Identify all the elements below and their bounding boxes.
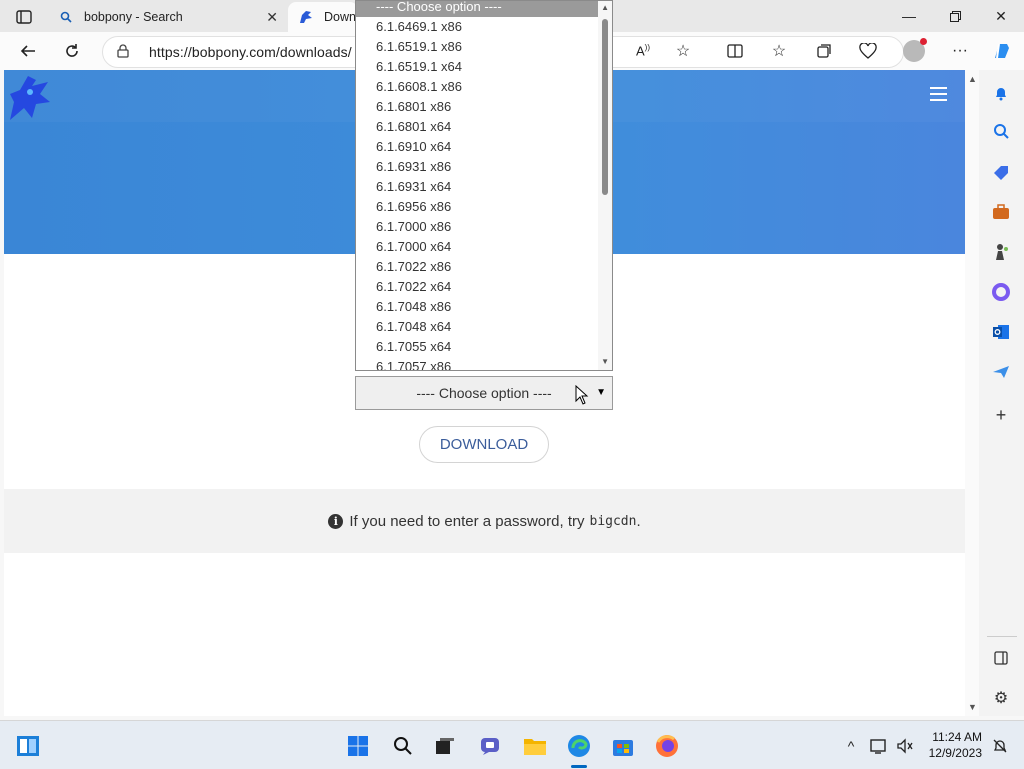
edge-browser-icon[interactable] [566,733,592,759]
search-icon[interactable] [990,120,1012,142]
bobpony-logo-icon[interactable] [6,72,54,125]
favorite-star-icon[interactable]: ☆ [669,37,697,65]
dropdown-option[interactable]: 6.1.7048 x64 [356,317,612,337]
microsoft-store-icon[interactable] [610,733,636,759]
dropdown-option[interactable]: 6.1.6519.1 x64 [356,57,612,77]
scroll-up-arrow-icon[interactable]: ▲ [968,74,977,84]
profile-avatar[interactable] [900,37,928,65]
notifications-bell-icon[interactable] [990,82,1012,104]
games-chess-icon[interactable] [990,241,1012,263]
tab-actions-icon[interactable] [10,6,38,28]
scroll-down-arrow-icon[interactable]: ▼ [968,702,977,712]
chevron-down-icon: ▼ [596,387,606,398]
favorites-icon[interactable]: ☆ [765,37,793,65]
tab-title: Downl [324,10,359,24]
clock-time: 11:24 AM [932,730,982,744]
dropdown-option[interactable]: 6.1.7055 x64 [356,337,612,357]
scroll-down-arrow-icon[interactable]: ▼ [601,357,609,366]
restore-button[interactable] [932,0,978,32]
password-notice: i If you need to enter a password, try b… [4,489,965,553]
more-options-icon[interactable]: ··· [946,37,974,65]
dropdown-option[interactable]: 6.1.6801 x64 [356,117,612,137]
scroll-up-arrow-icon[interactable]: ▲ [601,3,609,12]
dropdown-option[interactable]: 6.1.6608.1 x86 [356,77,612,97]
outlook-icon[interactable] [990,321,1012,343]
dropdown-option[interactable]: 6.1.6931 x86 [356,157,612,177]
close-window-button[interactable]: ✕ [978,0,1024,32]
bobpony-logo-icon [298,9,314,25]
widgets-icon[interactable] [15,733,41,759]
download-button[interactable]: DOWNLOAD [419,426,549,463]
back-arrow-icon[interactable] [14,37,42,65]
search-icon[interactable] [390,733,416,759]
send-drop-icon[interactable] [990,361,1012,383]
microsoft365-icon[interactable] [990,281,1012,303]
firefox-icon[interactable] [654,733,680,759]
file-explorer-icon[interactable] [522,733,548,759]
lock-icon[interactable] [117,44,129,61]
dropdown-option[interactable]: 6.1.6801 x86 [356,97,612,117]
add-sidebar-icon[interactable]: + [990,404,1012,426]
start-windows-icon[interactable] [345,733,371,759]
windows-taskbar: ^ 11:24 AM 12/9/2023 [0,720,1024,769]
version-select-value: ---- Choose option ---- [416,385,552,401]
dropdown-option[interactable]: 6.1.7048 x86 [356,297,612,317]
hide-sidebar-icon[interactable] [990,647,1012,669]
refresh-icon[interactable] [58,37,86,65]
copilot-icon[interactable] [988,37,1016,65]
info-icon: i [328,513,344,529]
system-clock[interactable]: 11:24 AM 12/9/2023 [922,729,982,761]
tools-briefcase-icon[interactable] [990,201,1012,223]
notice-code: bigcdn [589,513,637,529]
tab-title: bobpony - Search [84,10,183,24]
teams-chat-icon[interactable] [477,733,503,759]
show-hidden-icons-chevron-icon[interactable]: ^ [838,733,864,759]
shopping-tag-icon[interactable] [990,161,1012,183]
edge-sidebar: + ⚙ [979,70,1024,716]
read-aloud-icon[interactable]: A)) [629,37,657,65]
dropdown-option[interactable]: 6.1.6956 x86 [356,197,612,217]
tab-search[interactable]: bobpony - Search ✕ [48,2,286,32]
dropdown-option-placeholder[interactable]: ---- Choose option ---- [356,1,612,17]
notification-center-icon[interactable] [987,733,1013,759]
page-scrollbar[interactable]: ▲ ▼ [965,70,979,716]
dropdown-option[interactable]: 6.1.6910 x64 [356,137,612,157]
collections-icon[interactable] [810,37,838,65]
mouse-cursor-icon [575,384,589,408]
notice-end: . [636,512,641,530]
dropdown-option[interactable]: 6.1.7022 x64 [356,277,612,297]
close-tab-icon[interactable]: ✕ [266,9,278,26]
search-icon [58,9,74,25]
dropdown-option[interactable]: 6.1.6931 x64 [356,177,612,197]
hamburger-menu-icon[interactable] [930,87,947,101]
clock-date: 12/9/2023 [928,746,982,760]
performance-icon[interactable] [854,37,882,65]
dropdown-option[interactable]: 6.1.6469.1 x86 [356,17,612,37]
url-text: https://bobpony.com/downloads/ [149,44,352,60]
tab-downloads[interactable]: Downl [288,2,359,32]
task-view-icon[interactable] [432,733,458,759]
sidebar-divider [987,636,1017,637]
dropdown-option[interactable]: 6.1.7000 x64 [356,237,612,257]
version-dropdown-list[interactable]: ---- Choose option ---- 6.1.6469.1 x86 6.1… [355,0,613,371]
minimize-button[interactable]: — [886,0,932,32]
dropdown-option[interactable]: 6.1.7000 x86 [356,217,612,237]
split-screen-icon[interactable] [721,37,749,65]
dropdown-scrollbar[interactable]: ▲ ▼ [598,1,612,370]
volume-muted-icon[interactable] [892,733,918,759]
dropdown-option[interactable]: 6.1.7022 x86 [356,257,612,277]
notice-text: If you need to enter a password, try [349,512,585,530]
dropdown-option[interactable]: 6.1.7057 x86 [356,357,612,370]
scrollbar-thumb[interactable] [602,19,608,195]
dropdown-option[interactable]: 6.1.6519.1 x86 [356,37,612,57]
settings-gear-icon[interactable]: ⚙ [990,687,1012,709]
network-icon[interactable] [866,733,892,759]
